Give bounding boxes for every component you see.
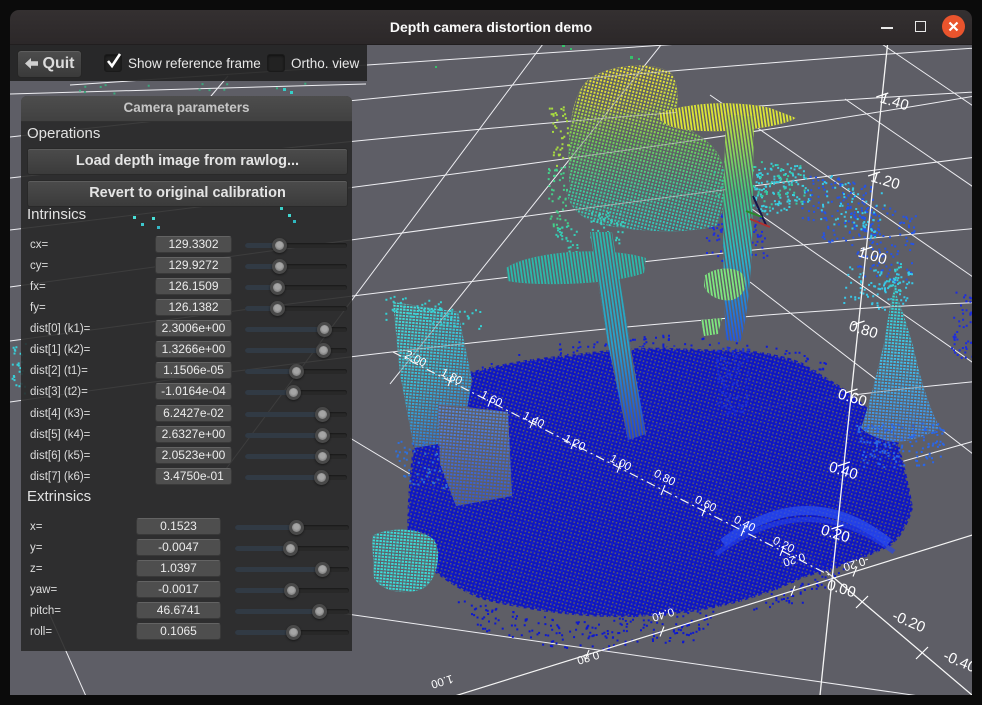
svg-text:1.00: 1.00	[429, 672, 454, 690]
svg-text:-0.20: -0.20	[890, 607, 928, 636]
svg-text:1.20: 1.20	[869, 169, 902, 194]
svg-text:1.40: 1.40	[878, 90, 911, 115]
svg-text:0.80: 0.80	[575, 648, 600, 666]
